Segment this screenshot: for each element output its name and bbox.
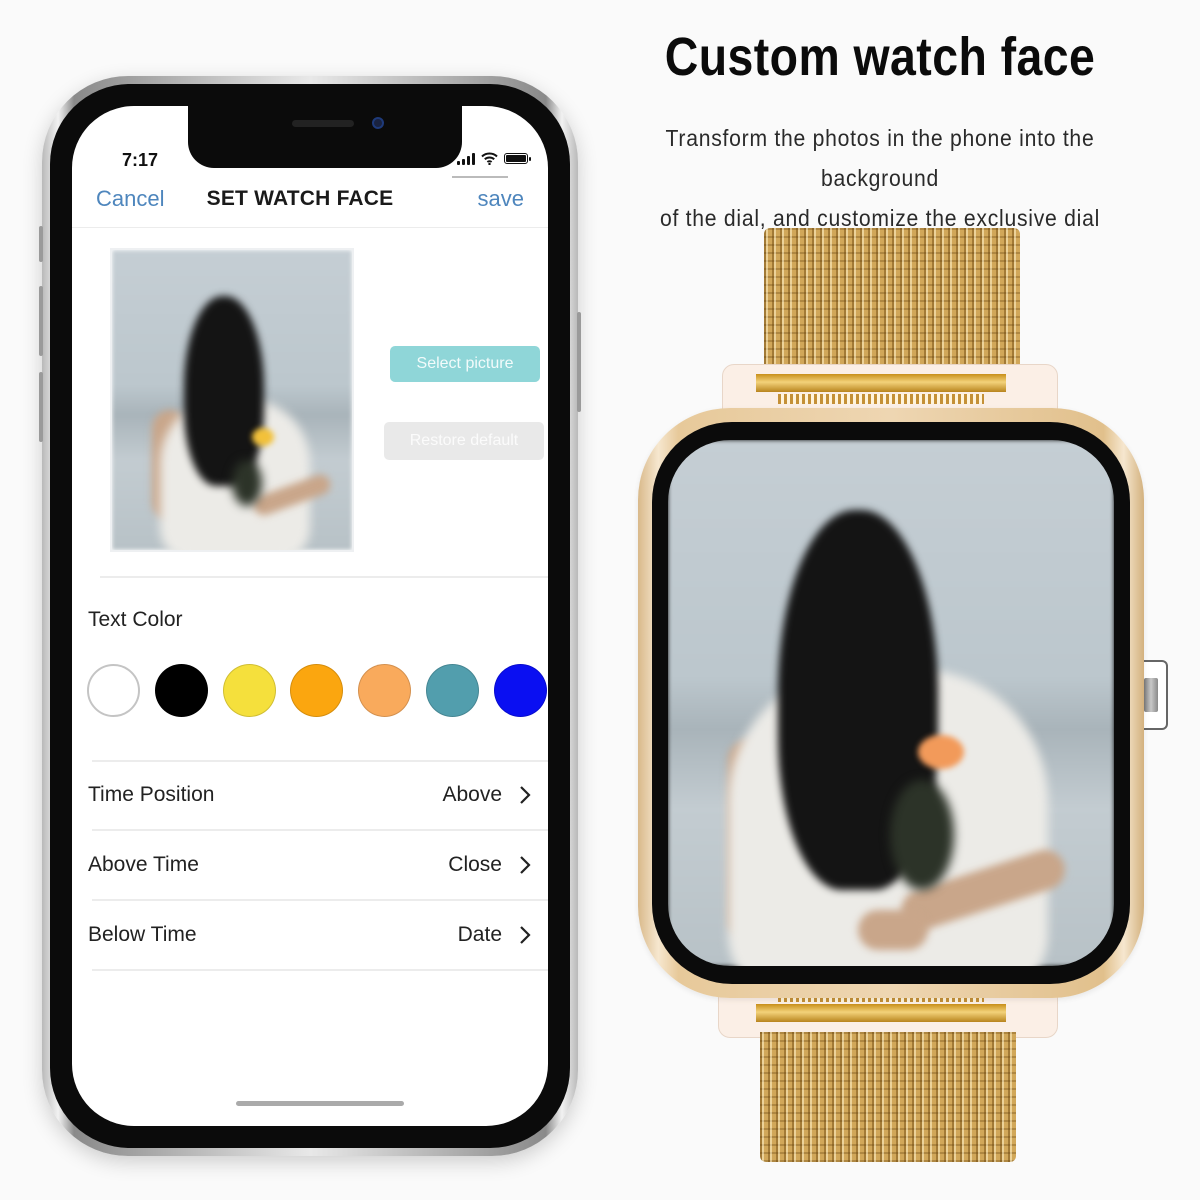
subheadline: Transform the photos in the phone into t… bbox=[604, 118, 1156, 238]
color-swatch-yellow[interactable] bbox=[222, 664, 276, 717]
battery-icon bbox=[504, 153, 531, 164]
row-label: Time Position bbox=[88, 783, 215, 806]
watch-face-photo bbox=[668, 440, 1114, 966]
color-swatch-orange[interactable] bbox=[290, 664, 344, 717]
status-icons bbox=[457, 152, 531, 165]
status-underline bbox=[452, 176, 508, 178]
band-connector-top bbox=[756, 374, 1006, 392]
preview-photo bbox=[112, 250, 352, 550]
phone-volume-down-button bbox=[39, 372, 43, 442]
row-value: Above bbox=[442, 783, 502, 806]
select-picture-button[interactable]: Select picture bbox=[390, 346, 540, 382]
section-divider bbox=[100, 576, 548, 578]
phone-bezel: 7:17 Cancel SET WATCH FACE save Select p… bbox=[50, 84, 570, 1148]
phone-screen: 7:17 Cancel SET WATCH FACE save Select p… bbox=[72, 106, 548, 1126]
watch-case bbox=[638, 408, 1144, 998]
earpiece-speaker bbox=[292, 120, 354, 127]
color-swatch-black[interactable] bbox=[154, 664, 208, 717]
watch-screen bbox=[668, 440, 1114, 966]
restore-default-button[interactable]: Restore default bbox=[384, 422, 544, 460]
phone-mockup: 7:17 Cancel SET WATCH FACE save Select p… bbox=[39, 76, 581, 1156]
phone-mute-switch bbox=[39, 226, 43, 262]
front-camera bbox=[372, 117, 384, 129]
color-swatch-light-orange[interactable] bbox=[358, 664, 412, 717]
row-value: Date bbox=[457, 923, 502, 946]
row-label: Below Time bbox=[88, 923, 197, 946]
phone-notch bbox=[188, 106, 462, 168]
watch-band-bottom bbox=[760, 1032, 1016, 1162]
text-color-swatches bbox=[87, 664, 547, 717]
color-swatch-teal[interactable] bbox=[426, 664, 480, 717]
watch-face-preview bbox=[110, 248, 354, 552]
subhead-line-1: Transform the photos in the phone into t… bbox=[665, 125, 1095, 191]
phone-power-button bbox=[577, 312, 581, 412]
nav-bar: Cancel SET WATCH FACE save bbox=[72, 180, 548, 228]
chevron-right-icon bbox=[516, 923, 534, 947]
band-connector-bottom bbox=[756, 1004, 1006, 1022]
settings-row-time-position[interactable]: Time Position Above bbox=[88, 761, 534, 829]
settings-row-below-time[interactable]: Below Time Date bbox=[88, 901, 534, 969]
band-mesh-strip-top bbox=[778, 394, 984, 404]
row-label: Above Time bbox=[88, 853, 199, 876]
home-indicator[interactable] bbox=[236, 1101, 404, 1106]
color-swatch-white[interactable] bbox=[87, 664, 140, 717]
settings-row-above-time[interactable]: Above Time Close bbox=[88, 831, 534, 899]
status-time: 7:17 bbox=[122, 150, 159, 170]
text-color-label: Text Color bbox=[88, 608, 183, 631]
row-divider bbox=[92, 969, 548, 971]
wifi-icon bbox=[481, 152, 498, 165]
chevron-right-icon bbox=[516, 853, 534, 877]
cellular-signal-icon bbox=[457, 152, 475, 165]
row-value: Close bbox=[448, 853, 502, 876]
chevron-right-icon bbox=[516, 783, 534, 807]
watch-bezel bbox=[652, 422, 1130, 984]
color-swatch-blue[interactable] bbox=[493, 664, 547, 717]
save-button[interactable]: save bbox=[478, 186, 524, 212]
watch-band-top bbox=[764, 228, 1020, 374]
phone-volume-up-button bbox=[39, 286, 43, 356]
headline: Custom watch face bbox=[664, 27, 1096, 87]
